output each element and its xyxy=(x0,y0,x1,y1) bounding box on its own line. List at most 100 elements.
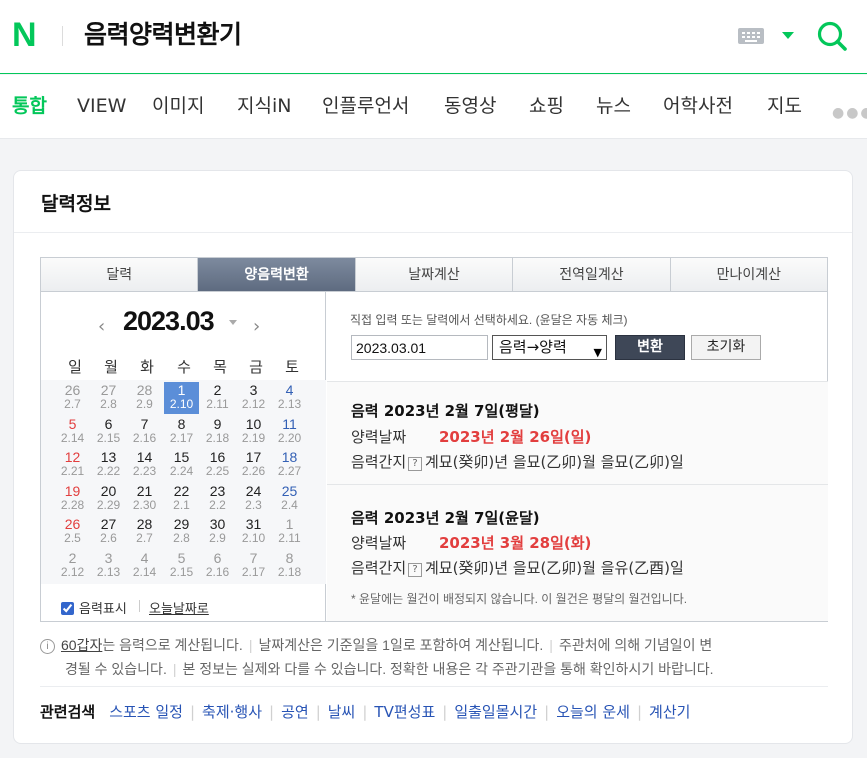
calendar-day[interactable]: 25 2.4 xyxy=(272,483,307,515)
lunar-display-toggle[interactable]: 음력표시 xyxy=(61,598,127,617)
more-icon[interactable]: ●●● xyxy=(832,105,867,121)
date-input[interactable] xyxy=(351,335,488,360)
calendar-day[interactable]: 29 2.8 xyxy=(164,516,199,548)
solar-day: 31 xyxy=(245,516,262,532)
tab-video[interactable]: 동영상 xyxy=(444,93,496,119)
search-query[interactable]: 음력양력변환기 xyxy=(84,18,242,52)
solar-day: 2 xyxy=(68,549,77,566)
calendar-day[interactable]: 22 2.1 xyxy=(164,483,199,515)
calendar-day[interactable]: 26 2.5 xyxy=(55,516,90,548)
solar-day: 6 xyxy=(213,549,222,566)
lunar-display-checkbox[interactable] xyxy=(61,602,74,615)
calendar-day[interactable]: 28 2.9 xyxy=(127,382,162,414)
tab-dictionary[interactable]: 어학사전 xyxy=(663,93,733,119)
tab-images[interactable]: 이미지 xyxy=(152,93,204,119)
calendar-day[interactable]: 8 2.18 xyxy=(272,550,307,582)
related-link[interactable]: 오늘의 운세 xyxy=(556,703,630,721)
related-link[interactable]: 축제·행사 xyxy=(202,703,262,721)
calendar-subtabs: 달력 양음력변환 날짜계산 전역일계산 만나이계산 xyxy=(40,257,828,292)
calendar-day[interactable]: 27 2.8 xyxy=(91,382,126,414)
calendar-day[interactable]: 5 2.14 xyxy=(55,416,90,448)
tab-view[interactable]: VIEW xyxy=(77,93,126,119)
calendar-day[interactable]: 5 2.15 xyxy=(164,550,199,582)
subtab-discharge-calc[interactable]: 전역일계산 xyxy=(513,258,671,291)
calendar-day[interactable]: 6 2.15 xyxy=(91,416,126,448)
month-dropdown-icon[interactable] xyxy=(229,320,237,325)
calendar-day[interactable]: 6 2.16 xyxy=(200,550,235,582)
calendar-day[interactable]: 10 2.19 xyxy=(236,416,271,448)
tab-shopping[interactable]: 쇼핑 xyxy=(529,93,564,119)
converter-form: 직접 입력 또는 달력에서 선택하세요. (윤달은 자동 체크) 음력→양력 ▼… xyxy=(327,292,828,621)
keyboard-icon[interactable] xyxy=(738,28,764,44)
related-link[interactable]: 공연 xyxy=(281,703,309,721)
search-icon[interactable] xyxy=(815,19,849,53)
related-link[interactable]: 일출일몰시간 xyxy=(454,703,537,721)
lunar-day: 2.1 xyxy=(173,497,190,512)
calendar-month-title[interactable]: 2023.03 xyxy=(123,306,215,337)
calendar-day[interactable]: 7 2.17 xyxy=(236,550,271,582)
convert-button[interactable]: 변환 xyxy=(615,335,685,360)
weekday: 목 xyxy=(213,358,227,376)
lunar-day: 2.16 xyxy=(132,430,157,445)
chevron-down-icon[interactable] xyxy=(782,32,794,39)
calendar-day[interactable]: 14 2.23 xyxy=(127,449,162,481)
tab-all[interactable]: 통합 xyxy=(12,93,47,119)
subtab-age-calc[interactable]: 만나이계산 xyxy=(671,258,827,291)
calendar-day[interactable]: 1 2.10 xyxy=(164,382,199,414)
lunar-day: 2.26 xyxy=(241,464,266,478)
prev-month-icon[interactable]: ‹ xyxy=(98,316,105,337)
related-link[interactable]: TV편성표 xyxy=(374,703,435,721)
calendar-day[interactable]: 15 2.24 xyxy=(164,449,199,481)
calendar-day[interactable]: 4 2.13 xyxy=(272,382,307,414)
subtab-date-calc[interactable]: 날짜계산 xyxy=(356,258,514,291)
tab-kin[interactable]: 지식iN xyxy=(237,93,291,119)
calendar-day[interactable]: 17 2.26 xyxy=(236,449,271,481)
help-icon[interactable]: ? xyxy=(407,563,422,577)
subtab-calendar[interactable]: 달력 xyxy=(41,258,199,291)
calendar-day[interactable]: 24 2.3 xyxy=(236,483,271,515)
calendar-day[interactable]: 28 2.7 xyxy=(127,516,162,548)
solar-day: 16 xyxy=(209,449,226,465)
calendar-day[interactable]: 9 2.18 xyxy=(200,416,235,448)
lunar-day: 2.13 xyxy=(96,564,121,579)
calendar-day[interactable]: 3 2.12 xyxy=(236,382,271,414)
subtab-solar-lunar[interactable]: 양음력변환 xyxy=(198,258,356,291)
calendar-day[interactable]: 11 2.20 xyxy=(272,416,307,448)
conversion-mode-select[interactable]: 음력→양력 ▼ xyxy=(492,335,607,360)
result-solar-row: 양력날짜 2023년 3월 28일(화) xyxy=(351,532,591,553)
calendar-day[interactable]: 16 2.25 xyxy=(200,449,235,481)
calendar-day[interactable]: 2 2.11 xyxy=(200,382,235,414)
sexagenary-link[interactable]: 60갑자 xyxy=(61,637,102,653)
calendar-day[interactable]: 3 2.13 xyxy=(91,550,126,582)
reset-button[interactable]: 초기화 xyxy=(691,335,761,360)
calendar-day[interactable]: 4 2.14 xyxy=(127,550,162,582)
go-today-link[interactable]: 오늘날짜로 xyxy=(149,598,209,617)
next-month-icon[interactable]: › xyxy=(253,316,260,337)
calendar-day[interactable]: 1 2.11 xyxy=(272,516,307,548)
tab-influencer[interactable]: 인플루언서 xyxy=(322,93,409,119)
naver-logo[interactable]: N xyxy=(12,18,37,52)
calendar-day[interactable]: 18 2.27 xyxy=(272,449,307,481)
calendar-day[interactable]: 12 2.21 xyxy=(55,449,90,481)
calendar-day[interactable]: 23 2.2 xyxy=(200,483,235,515)
related-link[interactable]: 스포츠 일정 xyxy=(109,703,183,721)
calendar-day[interactable]: 26 2.7 xyxy=(55,382,90,414)
calendar-day[interactable]: 19 2.28 xyxy=(55,483,90,515)
tab-map[interactable]: 지도 xyxy=(767,93,802,119)
calendar-day[interactable]: 13 2.22 xyxy=(91,449,126,481)
tab-news[interactable]: 뉴스 xyxy=(596,93,631,119)
solar-day: 4 xyxy=(140,549,149,566)
calendar-day[interactable]: 2 2.12 xyxy=(55,550,90,582)
calendar-day[interactable]: 30 2.9 xyxy=(200,516,235,548)
calendar-day[interactable]: 20 2.29 xyxy=(91,483,126,515)
calendar-day[interactable]: 8 2.17 xyxy=(164,416,199,448)
related-link[interactable]: 계산기 xyxy=(649,703,690,721)
info-text: 경될 수 있습니다. xyxy=(65,661,167,677)
related-link[interactable]: 날씨 xyxy=(328,703,356,721)
calendar-day[interactable]: 31 2.10 xyxy=(236,516,271,548)
calendar-day[interactable]: 27 2.6 xyxy=(91,516,126,548)
header: N 음력양력변환기 xyxy=(0,0,867,74)
calendar-day[interactable]: 21 2.30 xyxy=(127,483,162,515)
help-icon[interactable]: ? xyxy=(407,457,422,471)
calendar-day[interactable]: 7 2.16 xyxy=(127,416,162,448)
